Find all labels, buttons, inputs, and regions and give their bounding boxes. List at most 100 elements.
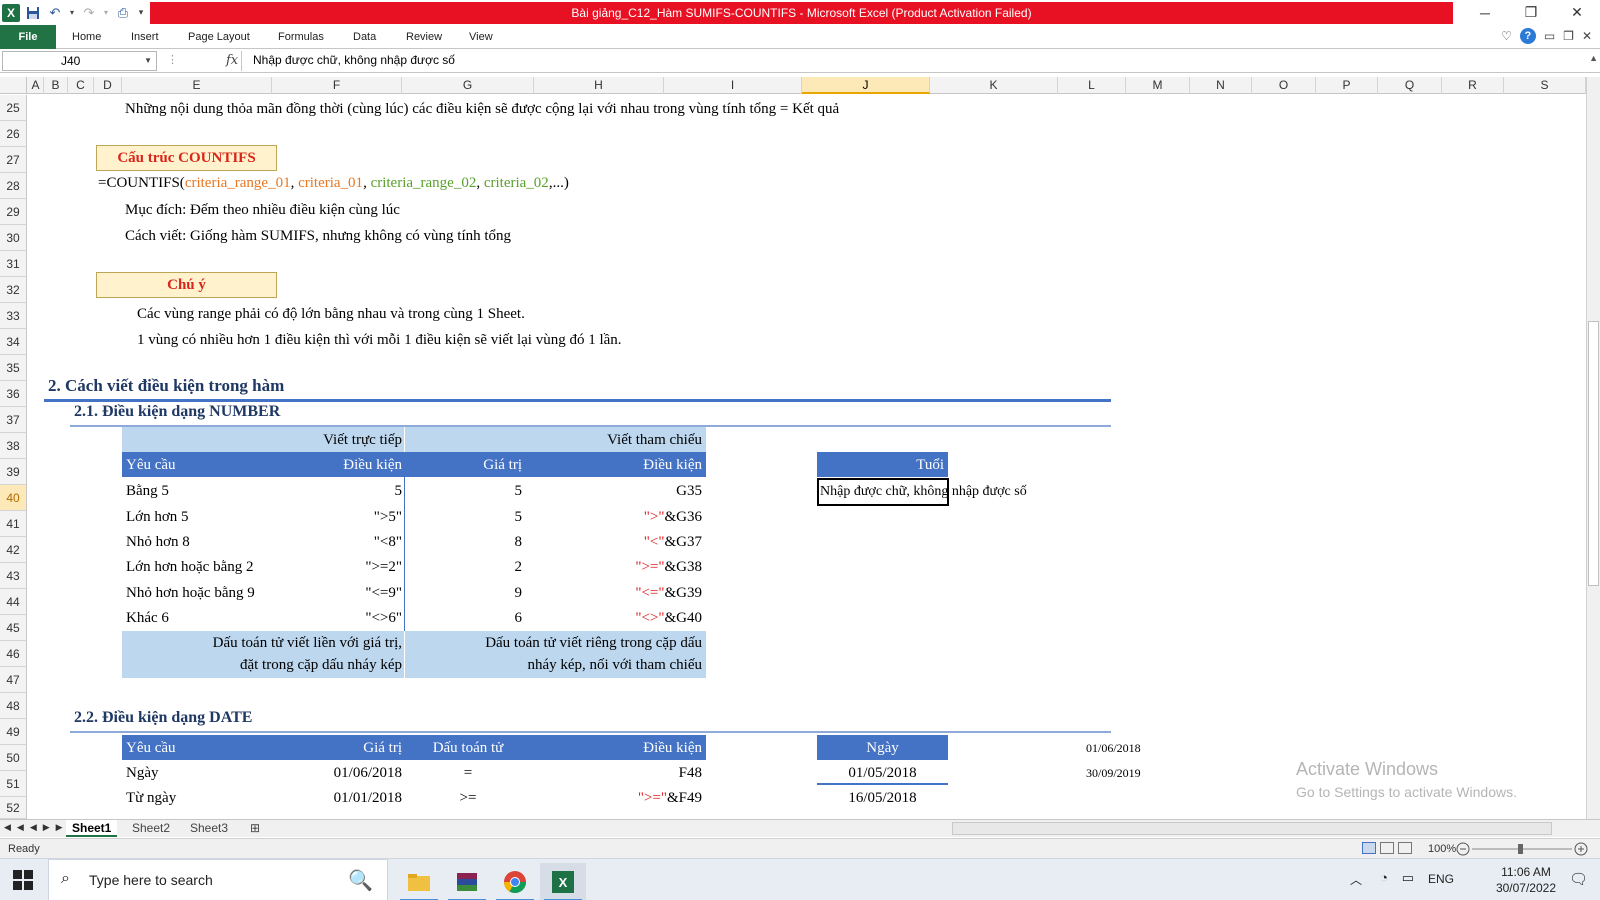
ngay-value-1[interactable]: 01/05/2018 bbox=[817, 762, 948, 784]
col-header-g[interactable]: G bbox=[402, 77, 534, 94]
cond-cell-5[interactable]: "<=9" bbox=[258, 582, 402, 604]
formula-expand-icon[interactable]: ▲ bbox=[1589, 53, 1598, 63]
col-header-j[interactable]: J bbox=[802, 77, 930, 94]
tuoi-header[interactable]: Tuổi bbox=[817, 454, 944, 476]
sheet-tab-sheet1[interactable]: Sheet1 bbox=[66, 820, 118, 837]
formula-options-icon[interactable]: ⋮ bbox=[167, 53, 178, 66]
row-header-41[interactable]: 41 bbox=[0, 511, 27, 537]
insert-function-icon[interactable]: fx bbox=[226, 53, 238, 68]
side-date-2[interactable]: 30/09/2019 bbox=[1086, 762, 1141, 784]
winrar-icon[interactable] bbox=[444, 863, 490, 900]
col-header-b[interactable]: B bbox=[44, 77, 68, 94]
save-icon[interactable] bbox=[24, 4, 42, 22]
row-header-39[interactable]: 39 bbox=[0, 459, 27, 485]
val-cell-1[interactable]: 5 bbox=[406, 480, 523, 502]
ngay-value-2[interactable]: 16/05/2018 bbox=[817, 787, 948, 809]
customize-qat-icon[interactable]: ▾ bbox=[136, 4, 146, 22]
cond-cell-3[interactable]: "<8" bbox=[258, 531, 402, 553]
cell-e34[interactable]: 1 vùng có nhiều hơn 1 điều kiện thì với … bbox=[137, 329, 622, 351]
tab-data[interactable]: Data bbox=[353, 25, 376, 49]
date-header-dieu-kien[interactable]: Điều kiện bbox=[528, 737, 702, 759]
ribbon-collapse-icon[interactable]: ♡ bbox=[1501, 29, 1512, 43]
undo-dropdown-icon[interactable]: ▾ bbox=[68, 4, 76, 22]
req-cell-4[interactable]: Lớn hơn hoặc bằng 2 bbox=[126, 556, 254, 578]
zoom-level[interactable]: 100% bbox=[1428, 843, 1456, 855]
col-header-m[interactable]: M bbox=[1126, 77, 1190, 94]
req-cell-2[interactable]: Lớn hơn 5 bbox=[126, 506, 189, 528]
header-dieu-kien-ref[interactable]: Điều kiện bbox=[528, 454, 702, 476]
row-header-42[interactable]: 42 bbox=[0, 537, 27, 563]
workbook-minimize-icon[interactable]: ▭ bbox=[1544, 29, 1555, 43]
val-cell-3[interactable]: 8 bbox=[406, 531, 523, 553]
row-header-33[interactable]: 33 bbox=[0, 303, 27, 329]
note-right-2[interactable]: nháy kép, nối với tham chiếu bbox=[406, 654, 702, 676]
section-heading-2-2[interactable]: 2.2. Điều kiện dạng DATE bbox=[74, 707, 252, 729]
page-layout-view-icon[interactable] bbox=[1380, 842, 1394, 854]
row-header-28[interactable]: 28 bbox=[0, 173, 27, 199]
cond-cell-6[interactable]: "<>6" bbox=[258, 607, 402, 629]
date-header-operator[interactable]: Dấu toán tử bbox=[408, 737, 528, 759]
taskbar-search[interactable]: ⌕ Type here to search 🔍 bbox=[48, 859, 388, 900]
col-header-s[interactable]: S bbox=[1504, 77, 1586, 94]
side-date-1[interactable]: 01/06/2018 bbox=[1086, 737, 1141, 759]
ref-cell-5[interactable]: "<="&G39 bbox=[528, 582, 702, 604]
col-header-a[interactable]: A bbox=[28, 77, 44, 94]
zoom-slider[interactable] bbox=[1456, 842, 1588, 856]
group-direct[interactable]: Viết trực tiếp bbox=[122, 429, 402, 451]
cond-cell-2[interactable]: ">5" bbox=[258, 506, 402, 528]
note-box[interactable]: Chú ý bbox=[96, 272, 277, 298]
note-right-1[interactable]: Dấu toán tử viết riêng trong cặp dấu bbox=[406, 632, 702, 654]
cond-cell-1[interactable]: 5 bbox=[258, 480, 403, 502]
ref-cell-1[interactable]: G35 bbox=[528, 480, 702, 502]
tab-view[interactable]: View bbox=[469, 25, 493, 49]
row-header-52[interactable]: 52 bbox=[0, 797, 27, 819]
row-header-29[interactable]: 29 bbox=[0, 199, 27, 225]
val-cell-6[interactable]: 6 bbox=[406, 607, 523, 629]
date-header-yeu-cau[interactable]: Yêu cầu bbox=[126, 737, 176, 759]
horizontal-scrollbar[interactable] bbox=[952, 822, 1552, 835]
row-header-45[interactable]: 45 bbox=[0, 615, 27, 641]
val-cell-5[interactable]: 9 bbox=[406, 582, 523, 604]
col-header-q[interactable]: Q bbox=[1378, 77, 1442, 94]
row-header-44[interactable]: 44 bbox=[0, 589, 27, 615]
col-header-n[interactable]: N bbox=[1190, 77, 1252, 94]
ref-cell-6[interactable]: "<>"&G40 bbox=[528, 607, 702, 629]
row-header-50[interactable]: 50 bbox=[0, 745, 27, 771]
section-heading-2[interactable]: 2. Cách viết điều kiện trong hàm bbox=[48, 375, 284, 397]
date-req-1[interactable]: Ngày bbox=[126, 762, 159, 784]
col-header-k[interactable]: K bbox=[930, 77, 1058, 94]
tab-page-layout[interactable]: Page Layout bbox=[188, 25, 250, 49]
col-header-i[interactable]: I bbox=[664, 77, 802, 94]
date-cond-1[interactable]: F48 bbox=[528, 762, 702, 784]
formula-input[interactable]: Nhập được chữ, không nhập được số bbox=[253, 53, 455, 67]
col-header-d[interactable]: D bbox=[94, 77, 122, 94]
cell-e30[interactable]: Cách viết: Giống hàm SUMIFS, nhưng không… bbox=[125, 225, 511, 247]
date-val-1[interactable]: 01/06/2018 bbox=[258, 762, 402, 784]
sheet-tab-sheet2[interactable]: Sheet2 bbox=[126, 820, 176, 837]
help-icon[interactable]: ? bbox=[1519, 28, 1536, 44]
cell-e33[interactable]: Các vùng range phải có độ lớn bằng nhau … bbox=[137, 303, 525, 325]
date-op-2[interactable]: >= bbox=[408, 787, 528, 809]
date-header-gia-tri[interactable]: Giá trị bbox=[258, 737, 402, 759]
countifs-formula[interactable]: =COUNTIFS(criteria_range_01, criteria_01… bbox=[98, 172, 569, 194]
row-header-30[interactable]: 30 bbox=[0, 225, 27, 251]
header-gia-tri[interactable]: Giá trị bbox=[406, 454, 522, 476]
row-header-49[interactable]: 49 bbox=[0, 719, 27, 745]
header-yeu-cau[interactable]: Yêu cầu bbox=[126, 454, 176, 476]
val-cell-4[interactable]: 2 bbox=[406, 556, 523, 578]
row-header-46[interactable]: 46 bbox=[0, 641, 27, 667]
vertical-scrollbar[interactable] bbox=[1586, 77, 1600, 819]
col-header-c[interactable]: C bbox=[68, 77, 94, 94]
workbook-close-icon[interactable]: ✕ bbox=[1582, 29, 1592, 43]
name-box-dropdown-icon[interactable]: ▼ bbox=[144, 52, 152, 70]
file-explorer-icon[interactable] bbox=[396, 863, 442, 900]
name-box[interactable]: J40 ▼ bbox=[2, 51, 157, 71]
ref-cell-3[interactable]: "<"&G37 bbox=[528, 531, 702, 553]
sheet-tab-sheet3[interactable]: Sheet3 bbox=[184, 820, 234, 837]
notification-icon[interactable]: 🗨 bbox=[1569, 870, 1588, 888]
windows-start-icon[interactable] bbox=[12, 869, 34, 891]
ngay-header[interactable]: Ngày bbox=[817, 737, 948, 759]
tab-insert[interactable]: Insert bbox=[131, 25, 159, 49]
col-header-f[interactable]: F bbox=[272, 77, 402, 94]
row-header-51[interactable]: 51 bbox=[0, 771, 27, 797]
